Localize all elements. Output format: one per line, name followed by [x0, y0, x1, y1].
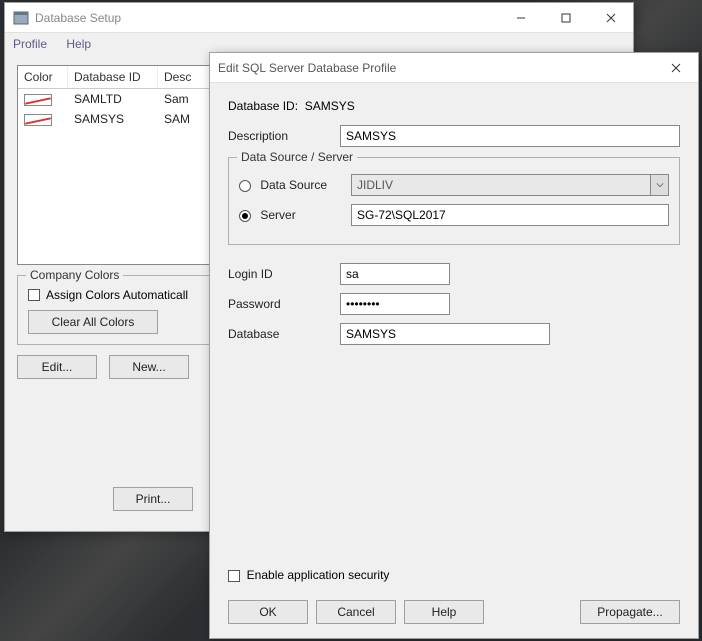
company-colors-group: Company Colors Assign Colors Automatical… — [17, 275, 212, 345]
login-input[interactable] — [340, 263, 450, 285]
db-id-value: SAMSYS — [305, 99, 355, 113]
color-swatch — [24, 114, 52, 126]
database-label: Database — [228, 327, 340, 341]
edit-button[interactable]: Edit... — [17, 355, 97, 379]
menu-help[interactable]: Help — [66, 37, 91, 51]
close-button[interactable] — [588, 3, 633, 32]
print-button[interactable]: Print... — [113, 487, 193, 511]
color-swatch — [24, 94, 52, 106]
login-label: Login ID — [228, 267, 340, 281]
data-source-dropdown[interactable]: JIDLIV — [351, 174, 669, 196]
minimize-button[interactable] — [498, 3, 543, 32]
data-source-legend: Data Source / Server — [237, 150, 357, 164]
password-label: Password — [228, 297, 340, 311]
dialog-title: Edit SQL Server Database Profile — [218, 61, 653, 75]
data-source-group: Data Source / Server Data Source JIDLIV … — [228, 157, 680, 245]
db-id-label: Database ID: — [228, 99, 298, 113]
cell-db-id: SAMLTD — [68, 89, 158, 109]
clear-colors-button[interactable]: Clear All Colors — [28, 310, 158, 334]
window-title: Database Setup — [35, 11, 498, 25]
assign-colors-label: Assign Colors Automaticall — [46, 288, 188, 302]
app-icon — [13, 10, 29, 26]
ok-button[interactable]: OK — [228, 600, 308, 624]
server-radio[interactable] — [239, 210, 251, 222]
enable-security-label: Enable application security — [247, 568, 390, 582]
col-db-id[interactable]: Database ID — [68, 66, 158, 88]
password-input[interactable] — [340, 293, 450, 315]
server-input[interactable] — [351, 204, 669, 226]
dialog-close-button[interactable] — [653, 53, 698, 82]
chevron-down-icon[interactable] — [650, 175, 668, 195]
cell-db-id: SAMSYS — [68, 109, 158, 129]
maximize-button[interactable] — [543, 3, 588, 32]
data-source-value: JIDLIV — [352, 175, 650, 195]
assign-colors-checkbox[interactable] — [28, 289, 40, 301]
help-button[interactable]: Help — [404, 600, 484, 624]
data-source-radio[interactable] — [239, 180, 251, 192]
server-label: Server — [260, 208, 295, 222]
enable-security-checkbox[interactable] — [228, 570, 240, 582]
dialog-titlebar: Edit SQL Server Database Profile — [210, 53, 698, 83]
propagate-button[interactable]: Propagate... — [580, 600, 680, 624]
col-color[interactable]: Color — [18, 66, 68, 88]
data-source-label: Data Source — [260, 178, 327, 192]
titlebar: Database Setup — [5, 3, 633, 33]
menu-profile[interactable]: Profile — [13, 37, 47, 51]
edit-profile-dialog: Edit SQL Server Database Profile Databas… — [209, 52, 699, 639]
company-colors-legend: Company Colors — [26, 268, 123, 282]
cancel-button[interactable]: Cancel — [316, 600, 396, 624]
database-input[interactable] — [340, 323, 550, 345]
new-button[interactable]: New... — [109, 355, 189, 379]
description-label: Description — [228, 129, 340, 143]
description-input[interactable] — [340, 125, 680, 147]
